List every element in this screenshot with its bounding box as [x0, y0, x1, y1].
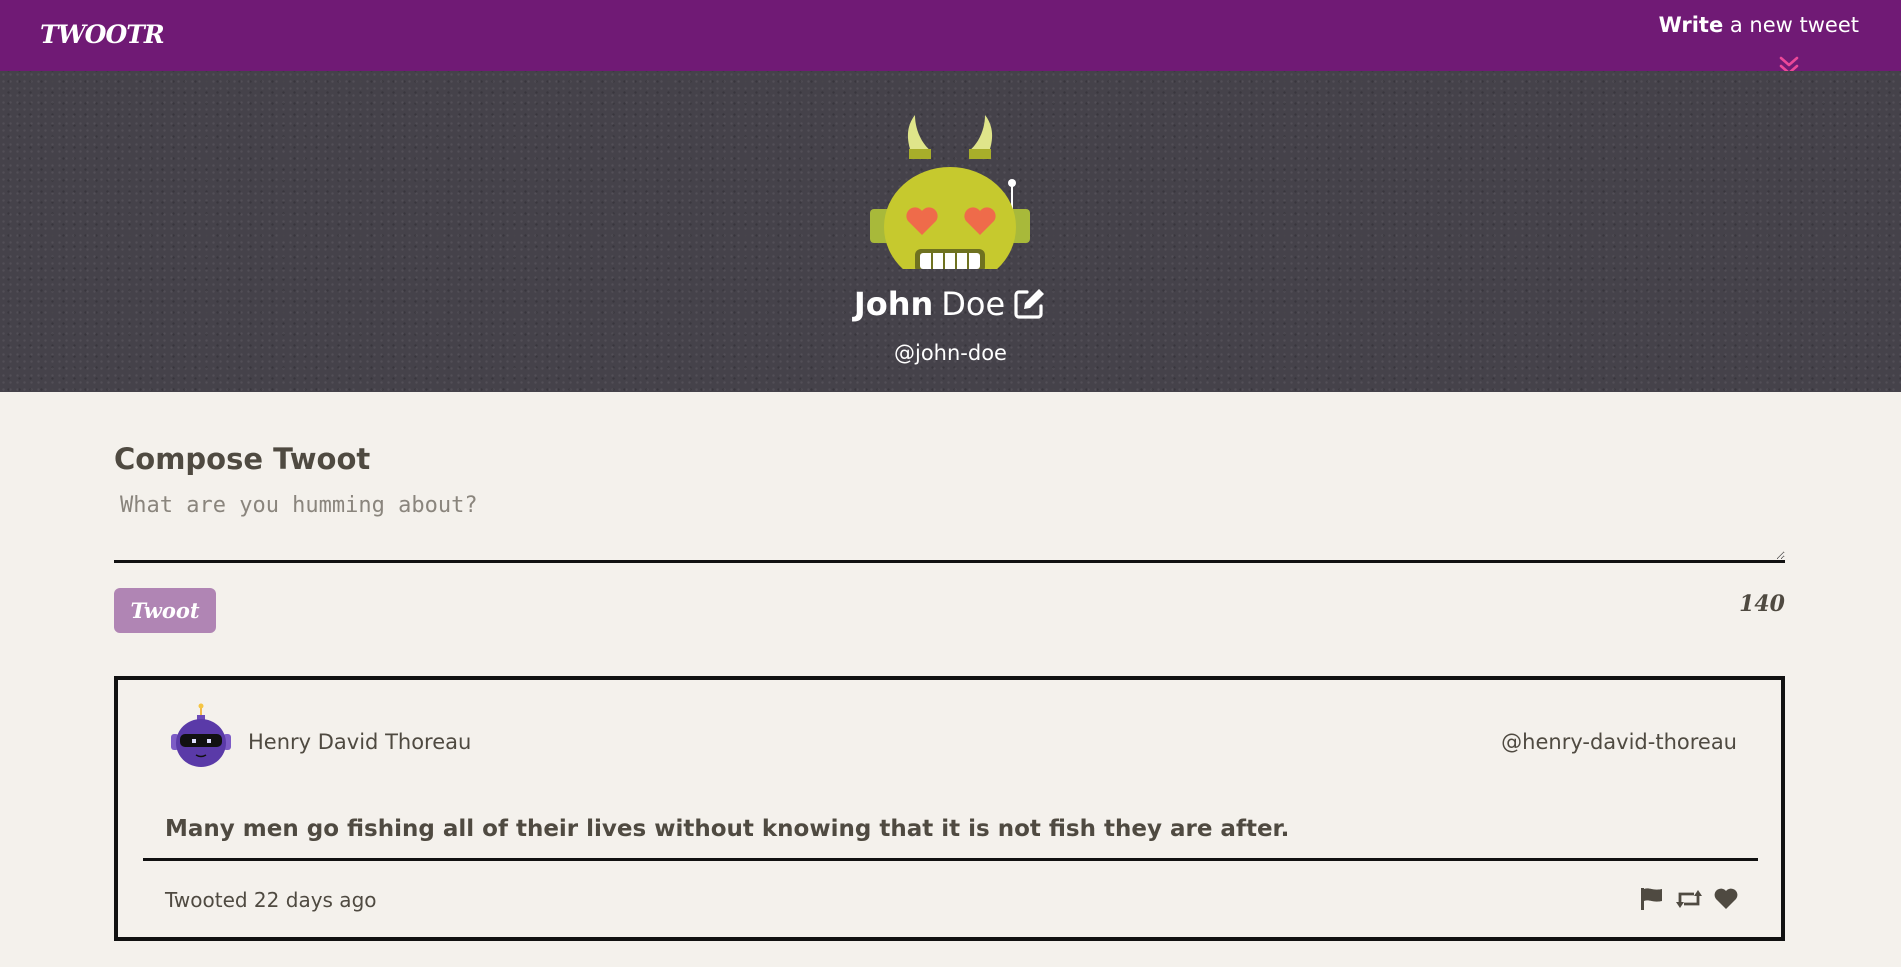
compose-input[interactable]: [114, 493, 1785, 563]
twoot-button[interactable]: Twoot: [114, 588, 216, 633]
logo[interactable]: TWOOTR: [40, 20, 165, 49]
write-label-bold: Write: [1658, 13, 1724, 37]
last-name: Doe: [941, 285, 1006, 323]
profile-avatar: [865, 99, 1035, 287]
edit-icon[interactable]: [1013, 286, 1047, 329]
compose-title: Compose Twoot: [114, 442, 371, 476]
profile-name: John Doe: [0, 284, 1901, 329]
flag-icon[interactable]: [1639, 887, 1665, 911]
profile-header: John Doe @john-doe: [0, 71, 1901, 392]
tweet-actions: [1639, 887, 1739, 911]
character-count: 140: [1739, 591, 1785, 617]
write-new-tweet-toggle[interactable]: Write a new tweet: [1659, 13, 1859, 37]
profile-handle: @john-doe: [894, 341, 1007, 365]
first-name: John: [853, 285, 934, 323]
write-label-rest: a new tweet: [1723, 13, 1859, 37]
navbar: TWOOTR Write a new tweet: [0, 0, 1901, 75]
tweet-author-name[interactable]: Henry David Thoreau: [248, 730, 471, 754]
heart-icon[interactable]: [1713, 887, 1739, 911]
retweet-icon[interactable]: [1675, 887, 1703, 911]
tweet-avatar: [168, 702, 234, 772]
tweet-divider: [143, 858, 1758, 861]
tweet-author-handle[interactable]: @henry-david-thoreau: [1501, 730, 1737, 754]
tweet-content: Many men go fishing all of their lives w…: [165, 816, 1290, 842]
tweet-timestamp: Twooted 22 days ago: [165, 888, 377, 912]
tweet-card: Henry David Thoreau @henry-david-thoreau…: [114, 676, 1785, 941]
